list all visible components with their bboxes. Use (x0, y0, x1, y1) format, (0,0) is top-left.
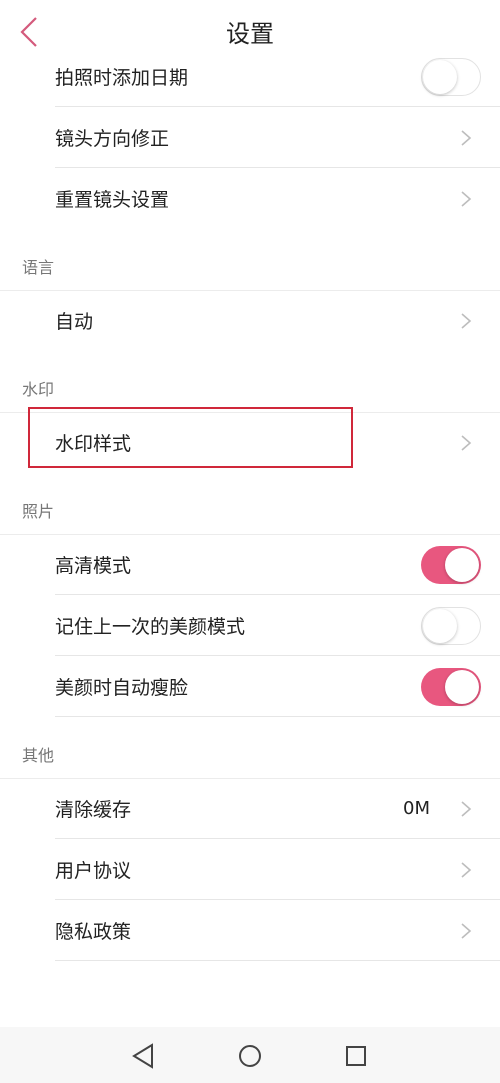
system-nav-bar (0, 1027, 500, 1083)
chevron-right-icon (461, 800, 472, 817)
setting-label: 重置镜头设置 (55, 189, 170, 211)
section-header-language: 语言 (0, 229, 500, 290)
setting-row-user-agreement[interactable]: 用户协议 (0, 839, 500, 900)
nav-recents-icon[interactable] (341, 1041, 371, 1071)
section-header-other: 其他 (0, 717, 500, 778)
setting-label: 隐私政策 (55, 921, 132, 943)
toggle-knob (445, 669, 479, 704)
section-header-photo: 照片 (0, 473, 500, 534)
setting-label: 用户协议 (55, 860, 132, 882)
section-title: 水印 (22, 380, 55, 399)
section-header-watermark: 水印 (0, 351, 500, 412)
chevron-right-icon (461, 312, 472, 329)
settings-list: 拍照时添加日期 镜头方向修正 重置镜头设置 语言 自动 水印 水印样式 照片 高… (0, 46, 500, 961)
setting-label: 美颜时自动瘦脸 (55, 677, 189, 699)
chevron-right-icon (461, 861, 472, 878)
section-title: 其他 (22, 746, 55, 765)
toggle-knob (423, 59, 457, 94)
section-title: 语言 (22, 258, 55, 277)
setting-row-auto-slim-face[interactable]: 美颜时自动瘦脸 (0, 656, 500, 717)
chevron-right-icon (461, 190, 472, 207)
toggle-knob (423, 608, 457, 643)
toggle-knob (445, 547, 479, 582)
chevron-right-icon (461, 922, 472, 939)
setting-label: 高清模式 (55, 555, 132, 577)
setting-row-remember-beauty[interactable]: 记住上一次的美颜模式 (0, 595, 500, 656)
remember-beauty-toggle[interactable] (421, 606, 481, 645)
setting-row-watermark-style[interactable]: 水印样式 (0, 412, 500, 473)
setting-label: 水印样式 (55, 433, 132, 455)
setting-row-add-date[interactable]: 拍照时添加日期 (0, 46, 500, 107)
nav-home-icon[interactable] (235, 1041, 265, 1071)
hd-mode-toggle[interactable] (421, 545, 481, 584)
setting-row-reset-lens[interactable]: 重置镜头设置 (0, 168, 500, 229)
setting-label: 自动 (55, 311, 94, 333)
setting-label: 镜头方向修正 (55, 128, 170, 150)
setting-row-clear-cache[interactable]: 清除缓存 0M (0, 778, 500, 839)
divider (55, 960, 500, 961)
setting-row-hd-mode[interactable]: 高清模式 (0, 534, 500, 595)
setting-row-language-auto[interactable]: 自动 (0, 290, 500, 351)
nav-back-icon[interactable] (128, 1041, 158, 1071)
setting-label: 清除缓存 (55, 799, 132, 821)
add-date-toggle[interactable] (421, 57, 481, 96)
auto-slim-face-toggle[interactable] (421, 667, 481, 706)
setting-label: 拍照时添加日期 (55, 67, 189, 89)
page-title: 设置 (226, 20, 274, 48)
section-title: 照片 (22, 502, 55, 521)
setting-label: 记住上一次的美颜模式 (55, 616, 246, 638)
setting-row-privacy-policy[interactable]: 隐私政策 (0, 900, 500, 961)
setting-row-lens-correction[interactable]: 镜头方向修正 (0, 107, 500, 168)
chevron-right-icon (461, 129, 472, 146)
chevron-right-icon (461, 434, 472, 451)
cache-size-value: 0M (403, 798, 430, 819)
